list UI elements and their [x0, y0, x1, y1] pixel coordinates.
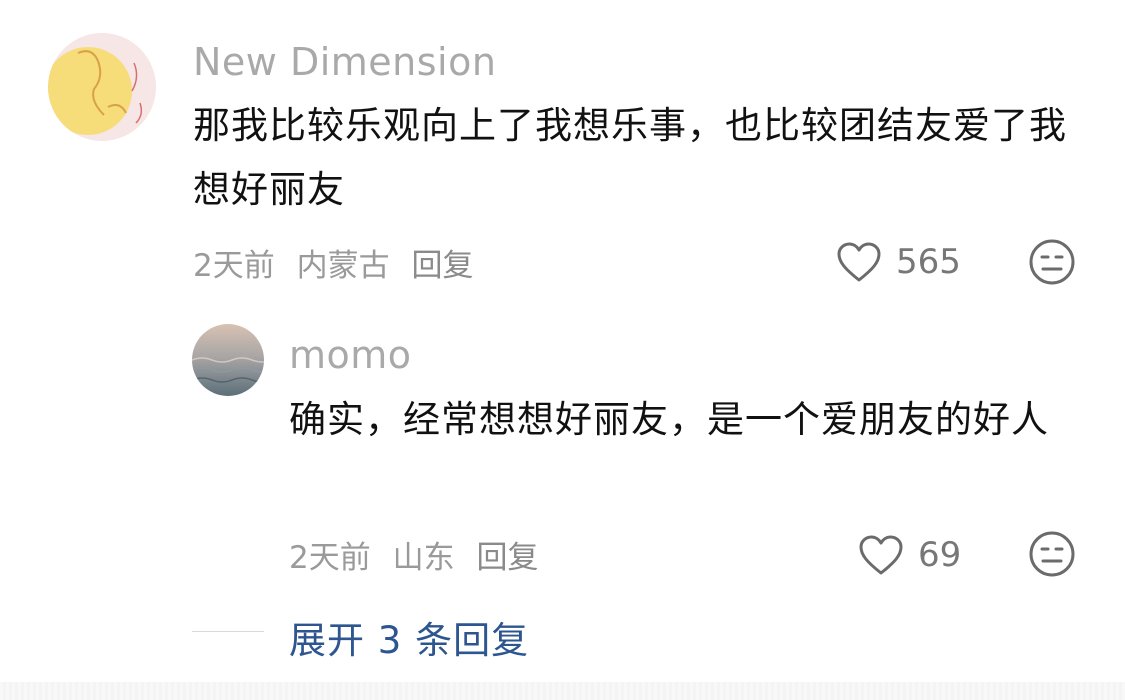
like-count: 69: [918, 535, 962, 575]
comment-thread: New Dimension 那我比较乐观向上了我想乐事，也比较团结友爱了我想好丽…: [0, 0, 1125, 700]
reply-button[interactable]: 回复: [476, 540, 538, 576]
expand-divider: [192, 631, 264, 632]
comment-meta: 2天前 内蒙古 回复: [193, 240, 485, 285]
comment-text: 确实，经常想想好丽友，是一个爱朋友的好人: [289, 398, 1049, 441]
comment-username[interactable]: New Dimension: [193, 40, 496, 84]
expand-replies-button[interactable]: 展开 3 条回复: [289, 610, 529, 664]
avatar[interactable]: [192, 324, 264, 396]
comment-location: 山东: [392, 540, 455, 576]
dislike-button[interactable]: [1028, 238, 1076, 290]
comment-text: 那我比较乐观向上了我想乐事，也比较团结友爱了我想好丽友: [193, 104, 1067, 211]
avatar[interactable]: [48, 33, 156, 141]
heart-outline-icon: [837, 242, 881, 282]
comment-location: 内蒙古: [296, 248, 390, 284]
like-button[interactable]: 69: [858, 531, 961, 579]
comment-time: 2天前: [193, 248, 275, 284]
like-count: 565: [896, 242, 961, 282]
dislike-button[interactable]: [1028, 530, 1076, 582]
comment-meta: 2天前 山东 回复: [289, 532, 550, 577]
reply-button[interactable]: 回复: [411, 248, 473, 284]
meh-face-icon: [1029, 531, 1075, 577]
comment-username[interactable]: momo: [289, 333, 412, 377]
like-button[interactable]: 565: [836, 238, 961, 286]
meh-face-icon: [1029, 239, 1075, 285]
heart-outline-icon: [859, 535, 903, 575]
watermark-strip: [0, 682, 1125, 700]
comment-time: 2天前: [289, 540, 371, 576]
